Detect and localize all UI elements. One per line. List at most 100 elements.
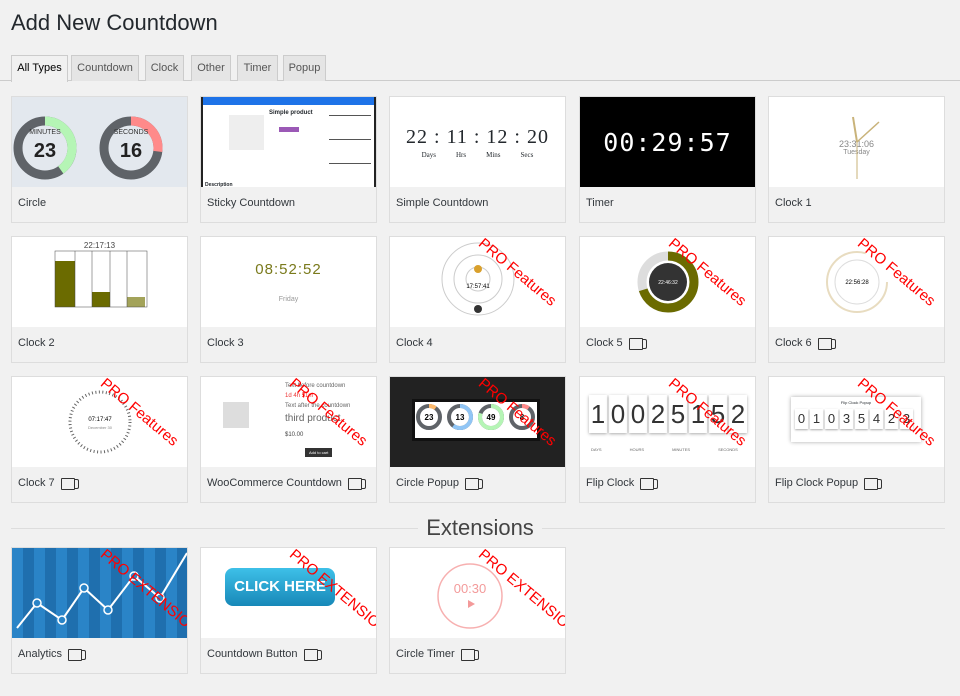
video-camera-icon[interactable]	[460, 648, 479, 661]
extensions-heading-text: Extensions	[418, 515, 542, 540]
thumbnail: 22 : 11 : 12 : 20 Days Hrs Mins Secs	[390, 97, 565, 187]
thumbnail-graphic	[223, 402, 249, 428]
type-card-woocommerce-countdown[interactable]: Text before countdown 1d 4h 51m Text after…	[200, 376, 377, 503]
card-label: Simple Countdown	[396, 197, 489, 209]
type-card-timer[interactable]: 00:29:57 Timer	[579, 96, 756, 223]
type-card-countdown-button[interactable]: CLICK HERE Countdown Button PRO EXTENSION	[200, 547, 377, 674]
tab-countdown[interactable]: Countdown	[71, 55, 139, 81]
thumbnail-graphic: 0	[825, 409, 838, 429]
thumbnail-graphic	[468, 600, 475, 608]
thumbnail-graphic: 2	[885, 409, 898, 429]
thumbnail-graphic	[92, 292, 110, 307]
tab-other[interactable]: Other	[191, 55, 231, 81]
thumbnail-graphic	[203, 97, 374, 105]
type-card-circle-timer[interactable]: 00:30 Circle Timer PRO EXTENSION	[389, 547, 566, 674]
thumbnail: Text before countdown 1d 4h 51m Text after…	[201, 377, 376, 467]
type-card-analytics[interactable]: Analytics PRO EXTENSION	[11, 547, 188, 674]
thumbnail-graphic: 0	[629, 395, 647, 433]
thumbnail-graphic	[32, 598, 42, 608]
video-camera-icon[interactable]	[864, 477, 883, 490]
type-card-simple-countdown[interactable]: 22 : 11 : 12 : 20 Days Hrs Mins Secs Simple C…	[389, 96, 566, 223]
page-title: Add New Countdown	[11, 10, 218, 35]
card-label-row: Circle Popup	[396, 477, 483, 490]
thumbnail-graphic	[279, 127, 299, 132]
thumbnail-graphic: CLICK HERE	[201, 548, 376, 638]
card-label-row: Clock 1	[775, 197, 812, 209]
type-card-clock-2[interactable]: 22:17:13 Clock 2	[11, 236, 188, 363]
thumbnail: 22:17:13	[12, 237, 187, 327]
video-camera-icon[interactable]	[60, 477, 79, 490]
type-card-clock-6[interactable]: 22:56:28 Clock 6 PRO Features	[768, 236, 945, 363]
tab-clock[interactable]: Clock	[145, 55, 184, 81]
thumbnail-graphic	[55, 261, 75, 307]
thumbnail-graphic: MINUTES	[29, 129, 61, 136]
thumbnail-graphic	[474, 265, 482, 273]
type-card-clock-4[interactable]: 17:57:41 Clock 4 PRO Features	[389, 236, 566, 363]
tab-popup[interactable]: Popup	[283, 55, 326, 81]
thumbnail-graphic	[441, 242, 515, 316]
card-label: Flip Clock	[586, 477, 635, 489]
thumbnail: 00:30	[390, 548, 565, 638]
thumbnail-graphic: 01035423	[795, 409, 921, 429]
card-label-row: Timer	[586, 197, 614, 209]
thumbnail-graphic: Simple product Description	[201, 97, 376, 187]
thumbnail-graphic: 16	[120, 140, 142, 162]
type-card-circle[interactable]: MINUTES 23 SECONDS 16 Circle	[11, 96, 188, 223]
thumbnail-graphic	[856, 121, 880, 143]
card-label-row: Sticky Countdown	[207, 197, 295, 209]
thumbnail-graphic	[122, 548, 133, 638]
thumbnail-graphic: Simple product Description	[203, 105, 374, 187]
thumbnail-graphic: 22 : 11 : 12 : 20	[406, 125, 549, 148]
tab-timer[interactable]: Timer	[237, 55, 278, 81]
thumbnail: 00:29:57	[580, 97, 755, 187]
thumbnail: 08:52:52 Friday	[201, 237, 376, 327]
thumbnail-graphic: 1d 4h 51m	[285, 393, 314, 399]
thumbnail: 22:56:28	[769, 237, 944, 327]
thumbnail-graphic: 49	[487, 413, 496, 422]
card-label-row: Circle	[18, 197, 46, 209]
thumbnail-graphic: 0	[795, 409, 808, 429]
thumbnail-graphic: Simple product	[269, 110, 313, 116]
thumbnail: Simple product Description	[201, 97, 376, 187]
thumbnail-graphic: 3	[900, 409, 913, 429]
video-camera-icon[interactable]	[640, 477, 659, 490]
thumbnail-graphic	[852, 116, 858, 143]
card-label: Analytics	[18, 648, 63, 660]
video-camera-icon[interactable]	[628, 337, 647, 350]
thumbnail-graphic: 3	[840, 409, 853, 429]
thumbnail-graphic	[166, 548, 177, 638]
thumbnail-graphic	[155, 593, 165, 603]
type-card-clock-3[interactable]: 08:52:52 Friday Clock 3	[200, 236, 377, 363]
thumbnail-graphic: 0	[609, 395, 627, 433]
video-camera-icon[interactable]	[68, 648, 87, 661]
thumbnail-graphic: Text before countdown	[285, 383, 346, 389]
type-card-clock-1[interactable]: 23:31:06Tuesday Clock 1	[768, 96, 945, 223]
thumbnail-graphic: 22:56:28	[845, 280, 869, 286]
thumbnail-graphic: 23 13 49 8	[390, 377, 565, 467]
video-camera-icon[interactable]	[347, 477, 366, 490]
thumbnail-graphic	[329, 115, 371, 116]
thumbnail-graphic	[474, 305, 482, 313]
card-label: Circle Popup	[396, 477, 459, 489]
thumbnail-graphic: 22:46:32	[658, 280, 678, 286]
video-camera-icon[interactable]	[464, 477, 483, 490]
video-camera-icon[interactable]	[817, 337, 836, 350]
type-card-flip-clock[interactable]: 1 0 0 2 5 1 5 2 DAYS HOURS MINUTES SECONDS Flip Cloc…	[579, 376, 756, 503]
type-card-clock-7[interactable]: 07:17:47 December 30 Clock 7 PRO Features	[11, 376, 188, 503]
thumbnail-graphic: 00:29:57	[580, 97, 755, 187]
type-card-clock-5[interactable]: 22:46:32 Clock 5 PRO Features	[579, 236, 756, 363]
type-card-sticky-countdown[interactable]: Simple product Description Sticky Countdow…	[200, 96, 377, 223]
thumbnail: 22:46:32	[580, 237, 755, 327]
thumbnail-graphic	[453, 254, 503, 304]
thumbnail-graphic: SECONDS	[114, 129, 149, 136]
video-camera-icon[interactable]	[303, 648, 322, 661]
type-card-circle-popup[interactable]: 23 13 49 8 Circle Popup PRO Features	[389, 376, 566, 503]
card-label-row: WooCommerce Countdown	[207, 477, 366, 490]
tab-all-types[interactable]: All Types	[11, 55, 68, 82]
type-tabs: All Types Countdown Clock Other Timer Popup	[0, 55, 960, 82]
thumbnail: 1 0 0 2 5 1 5 2 DAYS HOURS MINUTES SECONDS	[580, 377, 755, 467]
thumbnail: 07:17:47 December 30	[12, 377, 187, 467]
card-label-row: Clock 3	[207, 337, 244, 349]
thumbnail-graphic	[57, 615, 67, 625]
type-card-flip-clock-popup[interactable]: Flip Clock Popup 0 1 0 3 5 4 2 3 Flip Clock Popup…	[768, 376, 945, 503]
